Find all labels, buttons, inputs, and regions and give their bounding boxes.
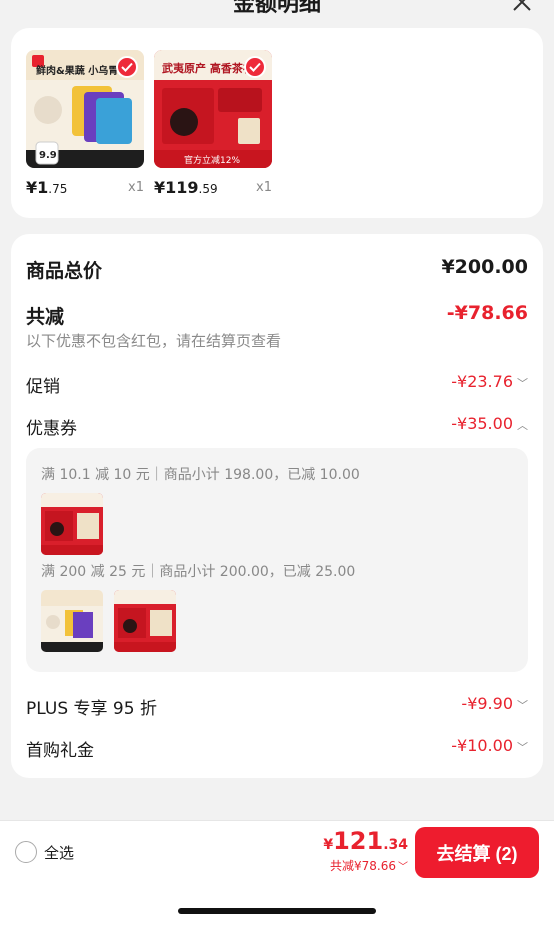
promo-label: 促销 xyxy=(26,377,60,397)
product-sticker: 9.9 xyxy=(39,150,57,161)
selected-check[interactable] xyxy=(116,56,138,78)
page-title: 金额明细 xyxy=(232,0,321,17)
coupon-rule: 满 200 减 25 元｜商品小计 200.00，已减 25.00 xyxy=(41,564,356,580)
coupon-product-image[interactable] xyxy=(114,590,176,652)
close-icon[interactable] xyxy=(510,0,534,14)
product-price: ¥1.75 xyxy=(26,178,68,197)
discount-hint: 以下优惠不包含红包，请在结算页查看 xyxy=(26,332,282,350)
first-purchase-value: -¥10.00 xyxy=(451,736,513,755)
first-purchase-label: 首购礼金 xyxy=(26,741,94,761)
product-sticker: 官方立减12% xyxy=(184,154,240,166)
coupon-label: 优惠券 xyxy=(26,419,77,439)
product-qty: x1 xyxy=(128,180,144,195)
product-qty: x1 xyxy=(256,180,272,195)
selected-check[interactable] xyxy=(244,56,266,78)
check-icon xyxy=(121,62,133,72)
select-all-radio-icon[interactable] xyxy=(15,841,37,863)
header: 金额明细 xyxy=(0,0,554,28)
check-icon xyxy=(249,62,261,72)
total-value: ¥200.00 xyxy=(441,256,528,278)
product-image[interactable]: 鲜肉&果蔬 小乌胃 9.9 xyxy=(26,50,144,168)
discount-value: -¥78.66 xyxy=(446,302,528,324)
coupon-product-image[interactable] xyxy=(41,590,103,652)
select-all-label[interactable]: 全选 xyxy=(44,842,74,863)
product-item[interactable]: 鲜肉&果蔬 小乌胃 9.9 ¥1.75 x1 xyxy=(26,50,144,202)
chevron-down-icon[interactable]: ﹀ xyxy=(398,858,408,873)
total-price: ¥121.34 xyxy=(323,827,408,855)
product-image[interactable]: 武夷原产 高香茶礼 官方立减12% xyxy=(154,50,272,168)
chevron-down-icon[interactable]: ﹀ xyxy=(517,375,528,391)
chevron-up-icon[interactable]: ︿ xyxy=(517,417,528,433)
product-price: ¥119.59 xyxy=(154,178,218,197)
plus-label: PLUS 专享 95 折 xyxy=(26,699,157,719)
total-summary[interactable]: ¥121.34 共减¥78.66 ﹀ xyxy=(323,827,408,874)
promo-value: -¥23.76 xyxy=(451,372,513,391)
total-discount: 共减¥78.66 ﹀ xyxy=(330,858,408,873)
plus-value: -¥9.90 xyxy=(461,694,513,713)
chevron-down-icon[interactable]: ﹀ xyxy=(517,739,528,755)
discount-label: 共减 xyxy=(26,306,65,328)
home-indicator[interactable] xyxy=(178,908,376,914)
coupon-detail-box: 满 10.1 减 10 元｜商品小计 198.00，已减 10.00 满 200… xyxy=(26,448,528,672)
price-detail-card: 商品总价 ¥200.00 共减 -¥78.66 以下优惠不包含红包，请在结算页查… xyxy=(11,234,543,778)
product-thumbnail xyxy=(114,590,176,652)
total-label: 商品总价 xyxy=(26,260,103,282)
coupon-product-image[interactable] xyxy=(41,493,103,555)
product-headline: 武夷原产 高香茶礼 xyxy=(162,61,254,75)
chevron-down-icon[interactable]: ﹀ xyxy=(517,697,528,713)
checkout-button[interactable]: 去结算 (2) xyxy=(415,827,539,878)
products-card: 鲜肉&果蔬 小乌胃 9.9 ¥1.75 x1 武夷原产 高香茶礼 官方立减12%… xyxy=(11,28,543,218)
checkout-bar: 全选 ¥121.34 共减¥78.66 ﹀ 去结算 (2) xyxy=(0,820,554,884)
product-item[interactable]: 武夷原产 高香茶礼 官方立减12% ¥119.59 x1 xyxy=(154,50,272,202)
coupon-rule: 满 10.1 减 10 元｜商品小计 198.00，已减 10.00 xyxy=(41,467,360,483)
product-thumbnail xyxy=(41,590,103,652)
home-indicator-area xyxy=(0,884,554,926)
product-thumbnail xyxy=(41,493,103,555)
product-headline: 鲜肉&果蔬 小乌胃 xyxy=(36,64,118,77)
coupon-value: -¥35.00 xyxy=(451,414,513,433)
